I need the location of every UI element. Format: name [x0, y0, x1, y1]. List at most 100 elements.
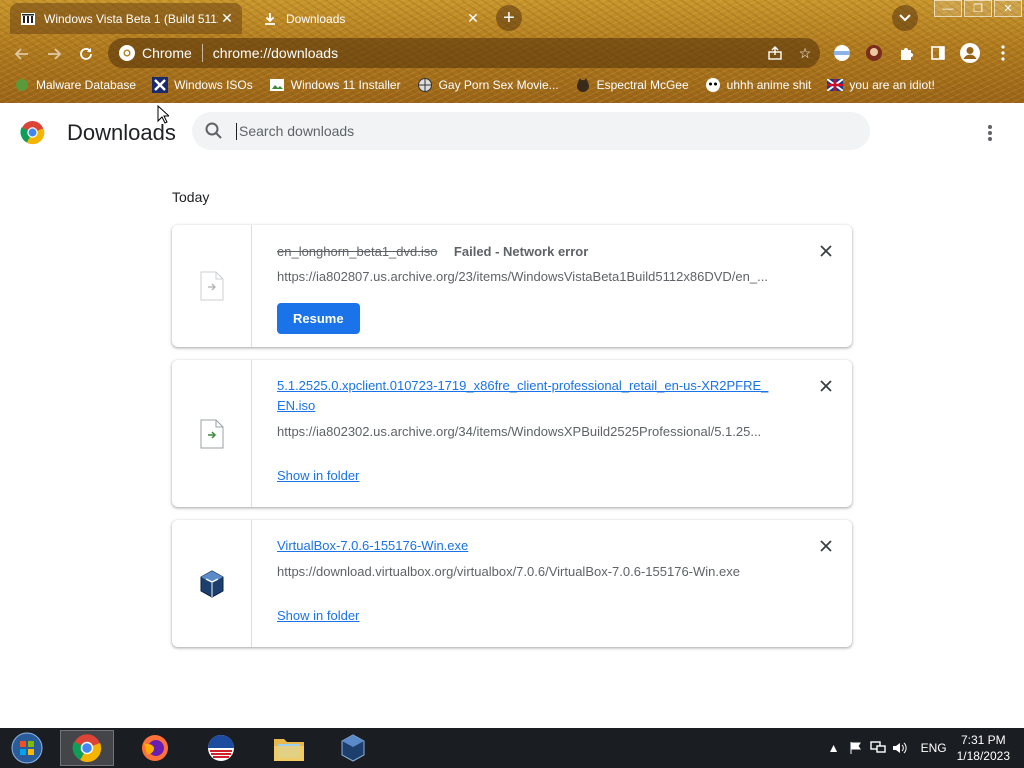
extension-avatar-icon[interactable]	[861, 40, 887, 66]
tab-title: Windows Vista Beta 1 (Build 5112	[44, 11, 218, 26]
omnibox-divider	[201, 44, 203, 62]
toolbar: Chrome chrome://downloads ☆	[0, 36, 1024, 70]
forward-button[interactable]	[40, 40, 68, 68]
anime-icon	[705, 77, 721, 93]
bookmarks-bar: Malware Database Windows ISOs Windows 11…	[0, 73, 1024, 97]
bookmark-malware-database[interactable]: Malware Database	[14, 77, 136, 93]
bookmark-star-icon[interactable]: ☆	[790, 45, 820, 62]
image-icon	[269, 77, 285, 93]
search-input[interactable]	[236, 122, 870, 140]
bookmark-label: Malware Database	[36, 78, 137, 92]
share-icon[interactable]	[760, 45, 790, 61]
start-orb-icon	[11, 732, 43, 764]
source-url[interactable]: https://ia802302.us.archive.org/34/items…	[277, 424, 777, 439]
close-window-button[interactable]: ✕	[994, 0, 1022, 17]
window-controls: — ❐ ✕	[932, 0, 1022, 17]
archive-icon	[20, 11, 36, 27]
tab-strip: Windows Vista Beta 1 (Build 5112 ✕ Downl…	[0, 0, 1024, 34]
site-chip: Chrome	[142, 45, 192, 61]
taskbar-explorer[interactable]	[262, 730, 316, 766]
resume-button[interactable]: Resume	[277, 303, 360, 334]
bookmark-movie[interactable]: Gay Porn Sex Movie...	[417, 77, 559, 93]
remove-close-icon[interactable]	[818, 378, 834, 394]
bookmark-label: Windows 11 Installer	[290, 78, 401, 92]
bookmark-you-are-an-idiot[interactable]: you are an idiot!	[827, 77, 935, 93]
chrome-icon	[72, 734, 102, 762]
globe-icon	[417, 77, 433, 93]
download-item: VirtualBox-7.0.6-155176-Win.exe https://…	[172, 520, 852, 647]
extensions-puzzle-icon[interactable]	[893, 40, 919, 66]
action-center-flag-icon[interactable]	[845, 741, 867, 755]
show-in-folder-link[interactable]: Show in folder	[277, 468, 359, 483]
show-hidden-icons-icon[interactable]: ▲	[823, 741, 845, 755]
tab-downloads[interactable]: Downloads ✕	[252, 3, 488, 34]
bookmark-windows-11-installer[interactable]: Windows 11 Installer	[269, 77, 401, 93]
bookmark-espectral-mcgee[interactable]: Espectral McGee	[575, 77, 689, 93]
download-status: Failed - Network error	[453, 244, 589, 259]
minimize-button[interactable]: —	[934, 0, 962, 17]
tab-close-icon[interactable]: ✕	[218, 10, 236, 28]
reload-button[interactable]	[72, 40, 100, 68]
file-name[interactable]: 5.1.2525.0.xpclient.010723-1719_x86fre_c…	[277, 376, 777, 416]
download-item: en_longhorn_beta1_dvd.iso Failed - Netwo…	[172, 225, 852, 347]
page-title: Downloads	[67, 120, 176, 145]
virtualbox-icon	[200, 569, 223, 598]
start-button[interactable]	[0, 730, 54, 766]
search-icon	[205, 122, 222, 139]
taskbar-virtualbox[interactable]	[326, 730, 380, 766]
date-section-label: Today	[172, 189, 210, 205]
tab-close-icon[interactable]: ✕	[464, 10, 482, 28]
explorer-icon	[274, 739, 304, 761]
source-url[interactable]: https://ia802807.us.archive.org/23/items…	[277, 269, 777, 284]
taskbar-chrome[interactable]	[60, 730, 114, 766]
tab-title: Downloads	[286, 11, 346, 26]
file-name: en_longhorn_beta1_dvd.iso	[277, 244, 438, 259]
download-item: 5.1.2525.0.xpclient.010723-1719_x86fre_c…	[172, 360, 852, 507]
bookmark-label: Windows ISOs	[174, 78, 253, 92]
bookmark-windows-isos[interactable]: Windows ISOs	[152, 77, 253, 93]
remove-close-icon[interactable]	[818, 538, 834, 554]
bookmark-label: Gay Porn Sex Movie...	[438, 78, 559, 92]
address-bar[interactable]: Chrome chrome://downloads ☆	[108, 38, 820, 68]
x-icon	[152, 77, 169, 93]
remove-close-icon[interactable]	[818, 243, 834, 259]
bookmark-anime[interactable]: uhhh anime shit	[705, 77, 812, 93]
language-indicator[interactable]: ENG	[921, 741, 947, 755]
taskbar-firefox[interactable]	[128, 730, 182, 766]
tab-search-button[interactable]	[892, 5, 918, 31]
menu-kebab-icon[interactable]	[990, 40, 1016, 66]
new-tab-button[interactable]: +	[496, 5, 522, 31]
source-url[interactable]: https://download.virtualbox.org/virtualb…	[277, 564, 777, 579]
back-button[interactable]	[8, 40, 36, 68]
browser-frame: Windows Vista Beta 1 (Build 5112 ✕ Downl…	[0, 0, 1024, 103]
chrome-site-icon	[119, 45, 135, 61]
profile-avatar-icon[interactable]	[957, 40, 983, 66]
download-icon	[262, 11, 278, 27]
chrome-logo-icon	[20, 121, 45, 145]
system-tray: ▲ ENG 7:31 PM 1/18/2023	[823, 728, 1024, 768]
reload-icon	[80, 48, 92, 60]
volume-icon[interactable]	[889, 741, 911, 755]
side-panel-icon[interactable]	[925, 40, 951, 66]
search-downloads[interactable]	[192, 112, 870, 150]
url-text[interactable]: chrome://downloads	[213, 45, 760, 61]
file-icon-column	[172, 360, 252, 507]
tab-windows-vista[interactable]: Windows Vista Beta 1 (Build 5112 ✕	[10, 3, 242, 34]
bookmark-label: uhhh anime shit	[726, 78, 812, 92]
obama-icon	[208, 735, 234, 761]
downloads-header: Downloads	[0, 103, 1024, 159]
taskbar: ▲ ENG 7:31 PM 1/18/2023	[0, 728, 1024, 768]
network-icon[interactable]	[867, 741, 889, 755]
taskbar-obama[interactable]	[194, 730, 248, 766]
cat-icon	[575, 77, 591, 93]
file-icon	[200, 271, 223, 301]
show-in-folder-link[interactable]: Show in folder	[277, 608, 359, 623]
virtualbox-icon	[341, 734, 365, 762]
more-actions-icon[interactable]	[978, 121, 1002, 145]
clock-date: 1/18/2023	[956, 749, 1010, 763]
extension-flag-icon[interactable]	[829, 40, 855, 66]
clock[interactable]: 7:31 PM 1/18/2023	[957, 732, 1010, 764]
restore-button[interactable]: ❐	[964, 0, 992, 17]
firefox-icon	[142, 735, 168, 761]
file-name[interactable]: VirtualBox-7.0.6-155176-Win.exe	[277, 536, 777, 556]
